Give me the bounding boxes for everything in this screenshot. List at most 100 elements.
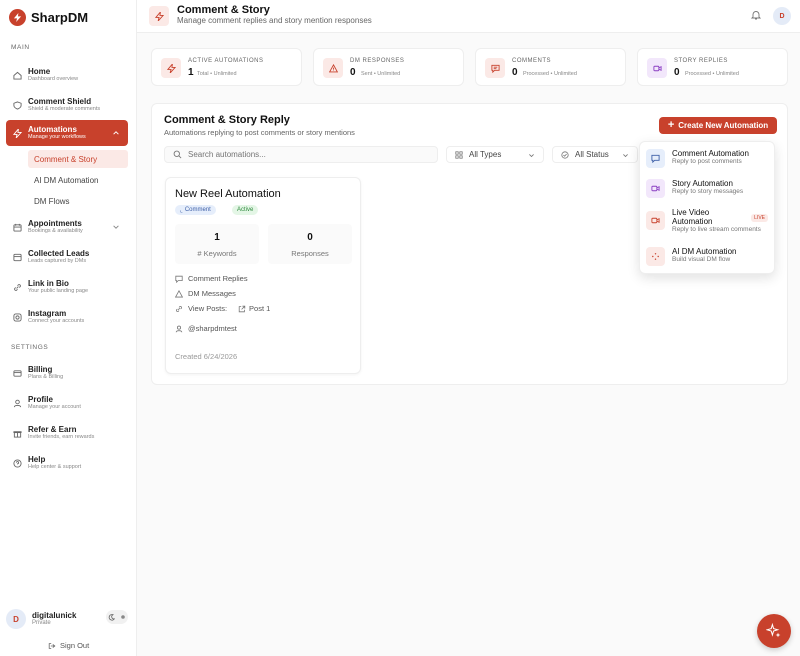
sidebar-item-title: Appointments	[28, 219, 82, 229]
search-icon	[173, 150, 182, 159]
stat-story-replies: STORY REPLIES 0 Processed • Unlimited	[637, 48, 788, 86]
check-circle-icon	[561, 150, 569, 159]
sidebar-item-automations[interactable]: Automations Manage your workflows	[6, 120, 128, 146]
billing-icon	[12, 368, 22, 378]
video-icon	[646, 179, 665, 198]
sidebar-item-title: Refer & Earn	[28, 425, 77, 435]
sidebar-item-sub: Plans & Billing	[28, 374, 64, 381]
sidebar-item-appointments[interactable]: Appointments Bookings & availability	[6, 214, 128, 240]
sign-out-label: Sign Out	[60, 641, 90, 650]
sidebar-item-title: Home	[28, 67, 51, 77]
sidebar-item-title: Automations	[28, 125, 77, 135]
account-handle: @sharpdmtest	[188, 324, 237, 333]
stat-note: Processed • Unlimited	[685, 71, 739, 77]
user-profile[interactable]: D digitalunick Private	[6, 608, 130, 630]
warning-icon	[323, 58, 343, 78]
sidebar-item-sub: Leads captured by DMs	[28, 258, 87, 265]
menu-item-story-automation[interactable]: Story Automation Reply to story messages	[646, 179, 770, 198]
avatar: D	[6, 609, 26, 629]
stat-label: ACTIVE AUTOMATIONS	[188, 58, 264, 64]
sidebar-item-collected-leads[interactable]: Collected Leads Leads captured by DMs	[6, 244, 128, 270]
comment-icon	[175, 275, 183, 283]
user-icon	[175, 325, 183, 332]
logo-icon	[9, 9, 26, 26]
stat-label: DM RESPONSES	[350, 58, 405, 64]
plus-icon: +	[667, 119, 675, 131]
search-input[interactable]	[188, 150, 428, 159]
sidebar-item-sub: Manage your account	[28, 404, 81, 411]
types-filter[interactable]: All Types	[446, 146, 544, 163]
chevron-down-icon	[623, 154, 628, 158]
menu-item-title: AI DM Automation	[672, 247, 737, 256]
sidebar: SharpDM MAIN Home Dashboard overview Comm…	[0, 0, 137, 656]
stat-dm-responses: DM RESPONSES 0 Sent • Unlimited	[313, 48, 464, 86]
sidebar-item-profile[interactable]: Profile Manage your account	[6, 390, 128, 416]
sidebar-item-title: Instagram	[28, 309, 67, 319]
sidebar-item-sub: Shield & moderate comments	[28, 106, 101, 113]
detail-text: Comment Replies	[188, 274, 248, 283]
calendar-icon	[12, 222, 22, 232]
page-header: Comment & Story Manage comment replies a…	[137, 0, 800, 33]
sparkle-icon	[766, 623, 781, 638]
sidebar-item-sub: Manage your workflows	[28, 134, 86, 141]
sidebar-item-refer-earn[interactable]: Refer & Earn Invite friends, earn rewards	[6, 420, 128, 446]
link-icon	[12, 282, 22, 292]
settings-section-label: SETTINGS	[11, 344, 49, 351]
moon-icon	[109, 613, 116, 621]
menu-item-comment-automation[interactable]: Comment Automation Reply to post comments	[646, 149, 770, 168]
stat-note: Processed • Unlimited	[523, 71, 577, 77]
sidebar-item-title: Link in Bio	[28, 279, 69, 289]
status-filter[interactable]: All Status	[552, 146, 638, 163]
bolt-icon	[161, 58, 181, 78]
type-badge-label: Comment	[184, 207, 211, 213]
sidebar-subitem-comment-story[interactable]: Comment & Story	[28, 150, 128, 168]
post-link[interactable]: Post 1	[238, 304, 270, 313]
bell-icon[interactable]	[751, 10, 761, 20]
chevron-up-icon	[113, 131, 119, 135]
sidebar-item-home[interactable]: Home Dashboard overview	[6, 62, 128, 88]
theme-toggle[interactable]	[106, 610, 128, 624]
sun-icon	[120, 615, 125, 619]
stat-value: 0	[512, 67, 518, 78]
sidebar-item-link-in-bio[interactable]: Link in Bio Your public landing page	[6, 274, 128, 300]
sign-out-button[interactable]: Sign Out	[48, 641, 89, 650]
sidebar-item-title: Billing	[28, 365, 53, 375]
sidebar-item-comment-shield[interactable]: Comment Shield Shield & moderate comments	[6, 92, 128, 118]
responses-value: 0	[307, 232, 313, 243]
sidebar-item-billing[interactable]: Billing Plans & Billing	[6, 360, 128, 386]
sidebar-item-sub: Your public landing page	[28, 288, 89, 295]
sidebar-item-instagram[interactable]: Instagram Connect your accounts	[6, 304, 128, 330]
menu-item-live-video-automation[interactable]: Live Video Automation Reply to live strea…	[646, 208, 770, 234]
menu-item-sub: Reply to live stream comments	[672, 226, 761, 234]
section-title: Comment & Story Reply	[164, 114, 290, 126]
menu-item-sub: Reply to post comments	[672, 158, 742, 166]
assistant-fab-button[interactable]	[757, 614, 791, 648]
stat-note: Total • Unlimited	[197, 71, 237, 77]
sidebar-item-sub: Bookings & availability	[28, 228, 83, 235]
page-subtitle: Manage comment replies and story mention…	[177, 16, 372, 25]
grid-icon	[455, 150, 463, 159]
keywords-label: # Keywords	[197, 249, 237, 258]
sidebar-subitem-ai-dm[interactable]: AI DM Automation	[28, 171, 128, 189]
sidebar-subitem-dm-flows[interactable]: DM Flows	[28, 192, 128, 210]
stat-value: 1	[188, 67, 194, 78]
keywords-value: 1	[214, 232, 220, 243]
stat-value: 0	[674, 67, 680, 78]
menu-item-sub: Reply to story messages	[672, 188, 744, 196]
detail-view-posts: View Posts: Post 1	[175, 304, 270, 313]
automation-title: New Reel Automation	[175, 188, 281, 200]
types-filter-value: All Types	[469, 150, 502, 159]
automation-card[interactable]: New Reel Automation ⌞ Comment Active 1 # …	[165, 177, 361, 374]
menu-item-ai-dm-automation[interactable]: AI DM Automation Build visual DM flow	[646, 247, 770, 266]
responses-label: Responses	[291, 249, 329, 258]
create-automation-button[interactable]: + Create New Automation	[659, 117, 777, 134]
brand[interactable]: SharpDM	[9, 9, 88, 26]
detail-comment-replies: Comment Replies	[175, 274, 248, 283]
menu-item-sub: Build visual DM flow	[672, 256, 731, 264]
header-avatar[interactable]: D	[773, 7, 791, 25]
chevron-down-icon	[529, 154, 534, 158]
sidebar-item-sub: Dashboard overview	[28, 76, 79, 83]
sidebar-item-help[interactable]: Help Help center & support	[6, 450, 128, 476]
shield-icon	[12, 100, 22, 110]
status-badge: Active	[232, 205, 259, 215]
